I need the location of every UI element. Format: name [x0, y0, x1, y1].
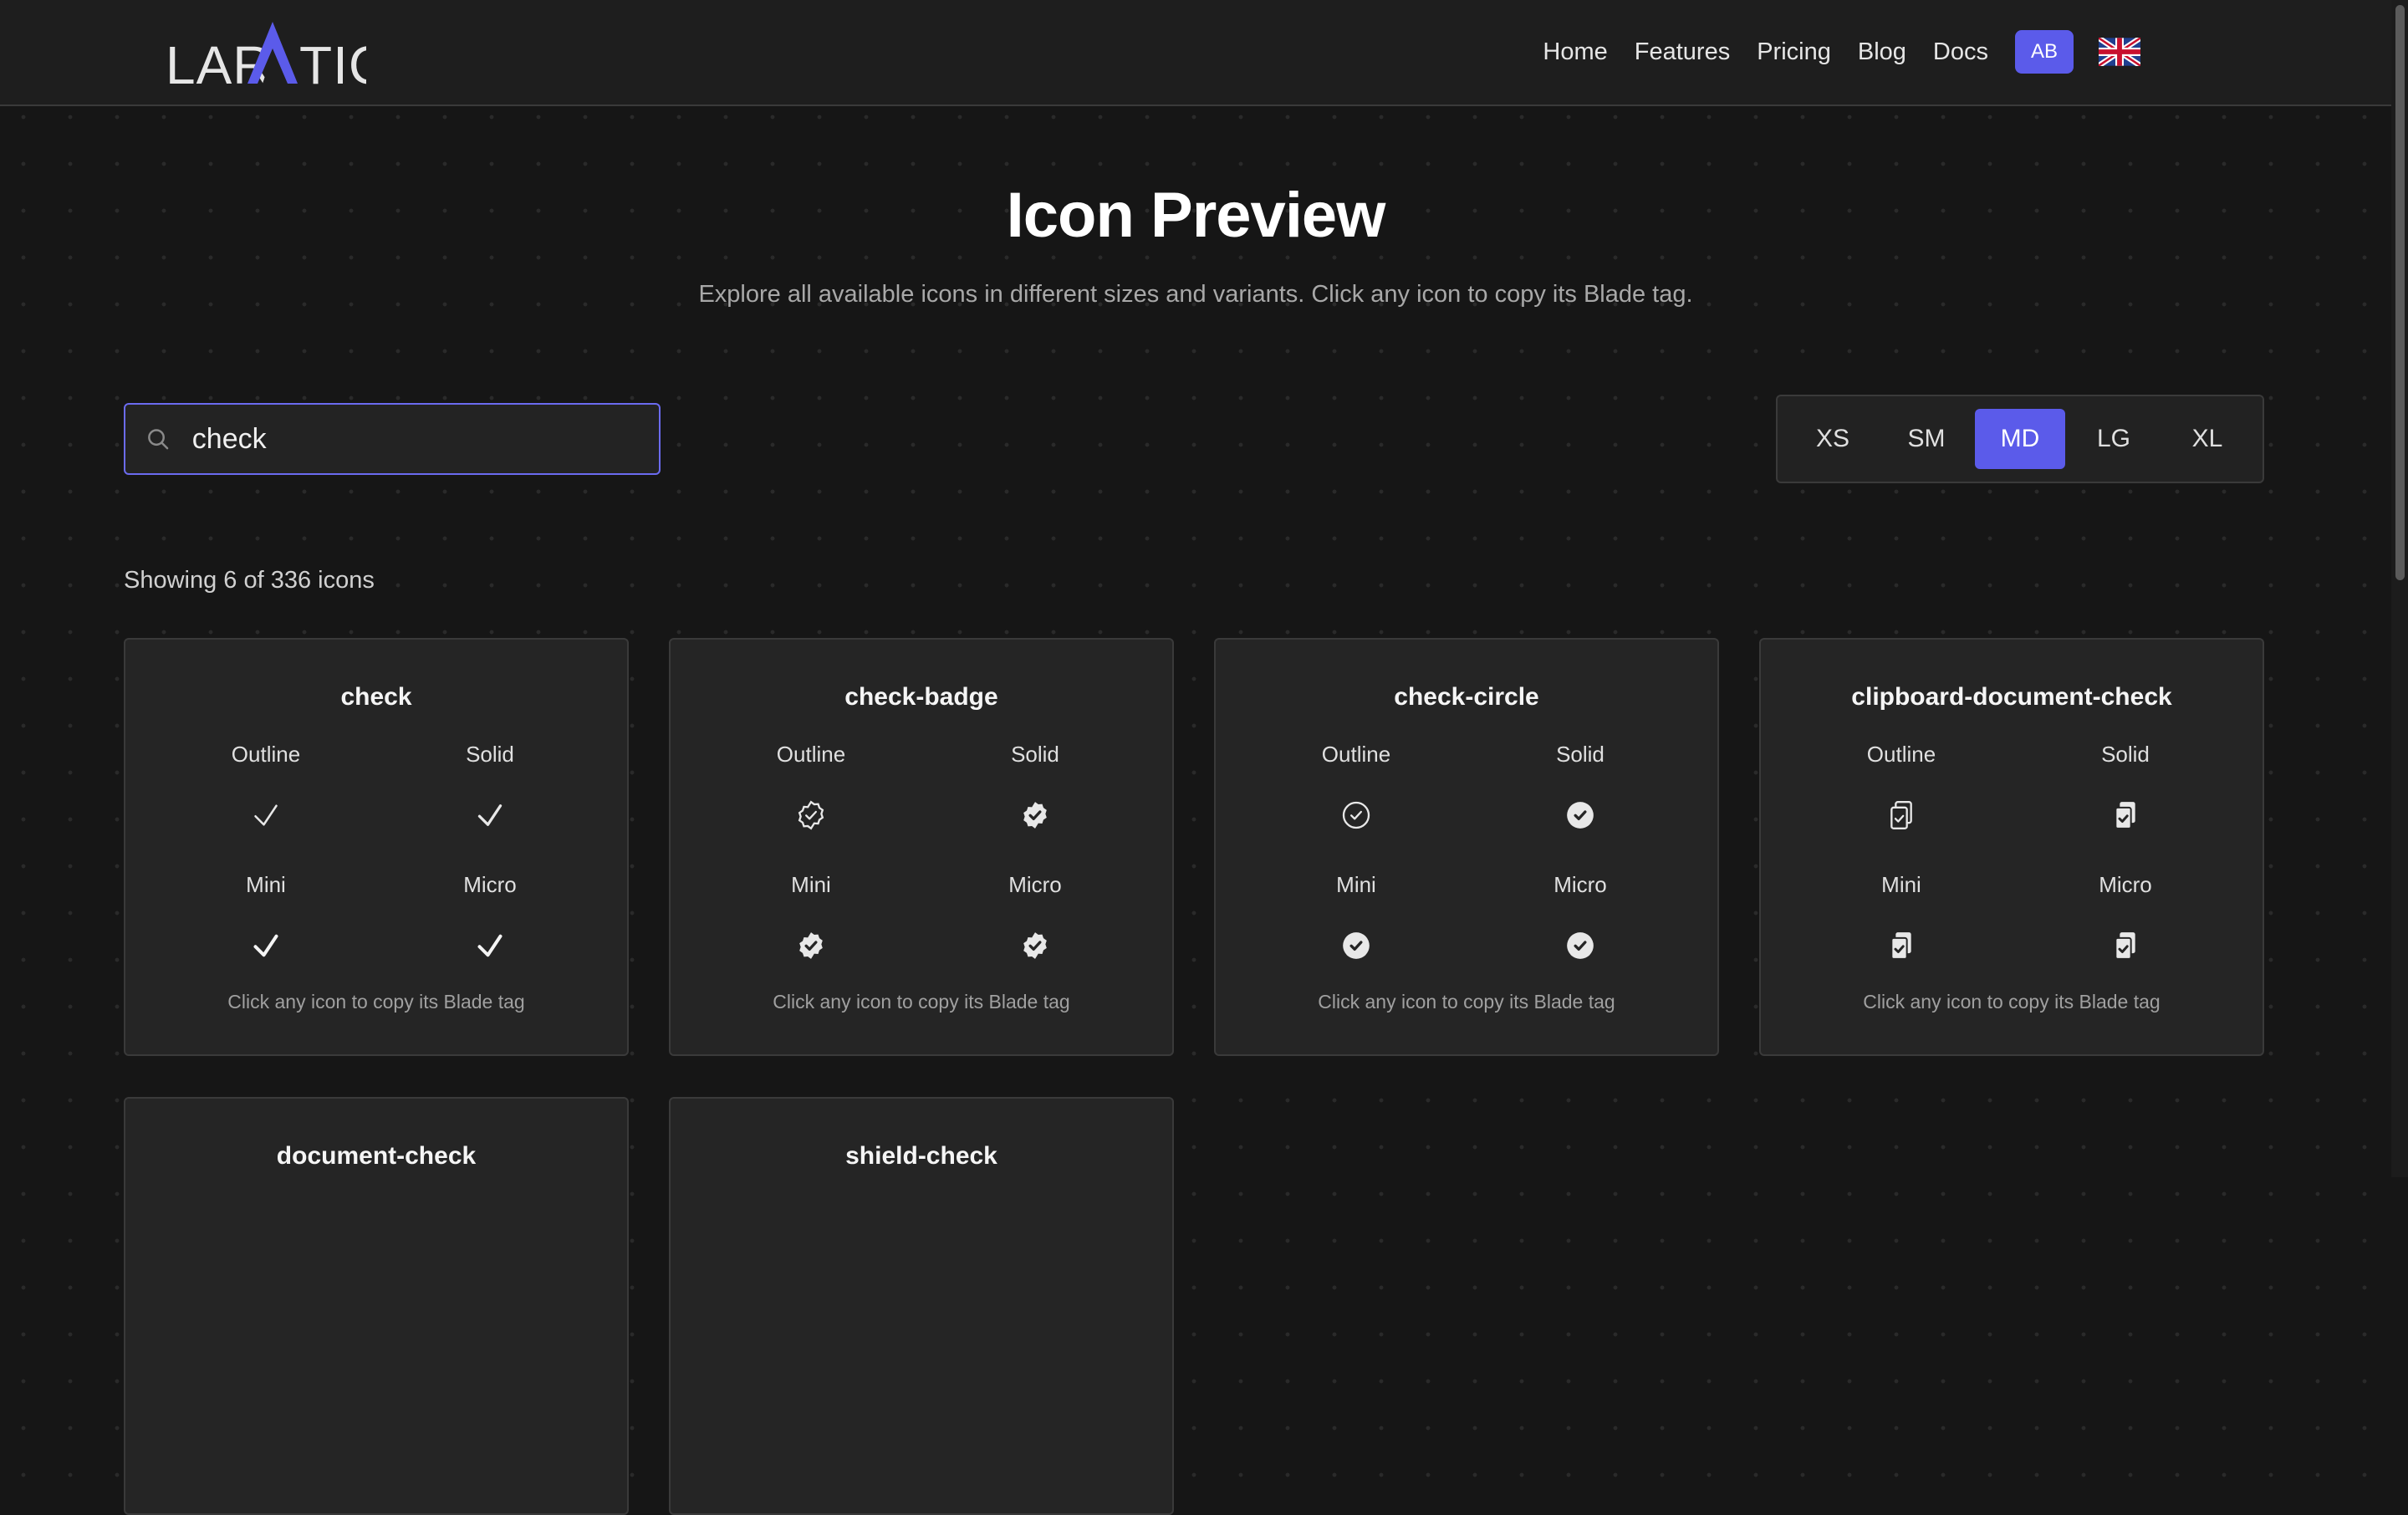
nav-blog-link[interactable]: Blog — [1858, 38, 1906, 66]
clipboard-document-check-icon[interactable] — [2109, 798, 2142, 832]
check-icon[interactable] — [249, 929, 283, 962]
check-circle-icon[interactable] — [1339, 798, 1373, 832]
nav-home-link[interactable]: Home — [1543, 38, 1607, 66]
clipboard-document-check-icon[interactable] — [1885, 798, 1918, 832]
variant-label-micro: Micro — [463, 872, 517, 897]
variant-label-outline: Outline — [776, 742, 846, 767]
variant-label-mini: Mini — [1881, 872, 1921, 897]
user-avatar-button[interactable]: AB — [2015, 30, 2074, 74]
variant-label-micro: Micro — [2099, 872, 2152, 897]
search-input[interactable] — [190, 421, 659, 457]
check-circle-icon[interactable] — [1564, 798, 1597, 832]
icon-card-shield-check: shield-check — [669, 1097, 1174, 1515]
svg-text:TIC: TIC — [299, 35, 366, 87]
variant-label-mini: Mini — [246, 872, 286, 897]
check-icon[interactable] — [249, 798, 283, 832]
variant-label-micro: Micro — [1553, 872, 1607, 897]
icon-card-check: check Outline Solid Mini Micro Click any… — [124, 638, 629, 1056]
page-subtitle: Explore all available icons in different… — [698, 281, 1693, 308]
icon-card-clipboard-document-check: clipboard-document-check Outline Solid M… — [1759, 638, 2264, 1056]
page-title: Icon Preview — [1006, 180, 1386, 251]
check-badge-icon[interactable] — [794, 798, 828, 832]
check-badge-icon[interactable] — [1018, 929, 1052, 962]
variant-label-micro: Micro — [1008, 872, 1062, 897]
results-count: Showing 6 of 336 icons — [124, 567, 375, 594]
check-circle-icon[interactable] — [1564, 929, 1597, 962]
scrollbar-thumb[interactable] — [2395, 5, 2405, 580]
nav-docs-link[interactable]: Docs — [1933, 38, 1988, 66]
variant-label-solid: Solid — [1556, 742, 1604, 767]
uk-flag-icon[interactable] — [2099, 38, 2140, 66]
check-icon[interactable] — [473, 798, 507, 832]
card-title: check-circle — [1394, 683, 1539, 711]
icon-card-check-badge: check-badge Outline Solid Mini Micro Cli… — [669, 638, 1174, 1056]
size-xl-button[interactable]: XL — [2162, 409, 2252, 469]
variant-label-solid: Solid — [1011, 742, 1059, 767]
clipboard-document-check-icon[interactable] — [2109, 929, 2142, 962]
check-badge-icon[interactable] — [1018, 798, 1052, 832]
check-badge-icon[interactable] — [794, 929, 828, 962]
card-hint: Click any icon to copy its Blade tag — [227, 991, 525, 1013]
variant-label-outline: Outline — [1321, 742, 1391, 767]
size-lg-button[interactable]: LG — [2069, 409, 2159, 469]
card-hint: Click any icon to copy its Blade tag — [1318, 991, 1615, 1013]
card-title: check — [340, 683, 412, 711]
card-title: clipboard-document-check — [1851, 683, 2172, 711]
check-circle-icon[interactable] — [1339, 929, 1373, 962]
variant-label-solid: Solid — [466, 742, 514, 767]
variant-label-mini: Mini — [1336, 872, 1376, 897]
icon-search-box[interactable] — [124, 403, 661, 475]
card-hint: Click any icon to copy its Blade tag — [1863, 991, 2161, 1013]
nav-pricing-link[interactable]: Pricing — [1757, 38, 1831, 66]
variant-label-outline: Outline — [1866, 742, 1936, 767]
nav-features-link[interactable]: Features — [1635, 38, 1730, 66]
variant-label-mini: Mini — [791, 872, 831, 897]
top-navigation-bar: LAR TIC Home Features Pricing Blog Docs … — [0, 0, 2391, 106]
clipboard-document-check-icon[interactable] — [1885, 929, 1918, 962]
check-icon[interactable] — [473, 929, 507, 962]
search-icon — [148, 429, 169, 450]
size-md-button[interactable]: MD — [1975, 409, 2065, 469]
card-title: shield-check — [845, 1142, 997, 1170]
card-title: document-check — [276, 1142, 477, 1170]
laratic-logo[interactable]: LAR TIC — [166, 17, 366, 87]
variant-label-outline: Outline — [231, 742, 301, 767]
icon-card-check-circle: check-circle Outline Solid Mini Micro Cl… — [1214, 638, 1719, 1056]
icon-card-document-check: document-check — [124, 1097, 629, 1515]
size-xs-button[interactable]: XS — [1788, 409, 1878, 469]
variant-label-solid: Solid — [2101, 742, 2150, 767]
card-title: check-badge — [844, 683, 998, 711]
card-hint: Click any icon to copy its Blade tag — [773, 991, 1070, 1013]
main-nav: Home Features Pricing Blog Docs AB — [1516, 30, 2140, 74]
icon-size-selector: XS SM MD LG XL — [1776, 395, 2264, 483]
size-sm-button[interactable]: SM — [1881, 409, 1972, 469]
page-scrollbar[interactable] — [2391, 0, 2408, 1177]
